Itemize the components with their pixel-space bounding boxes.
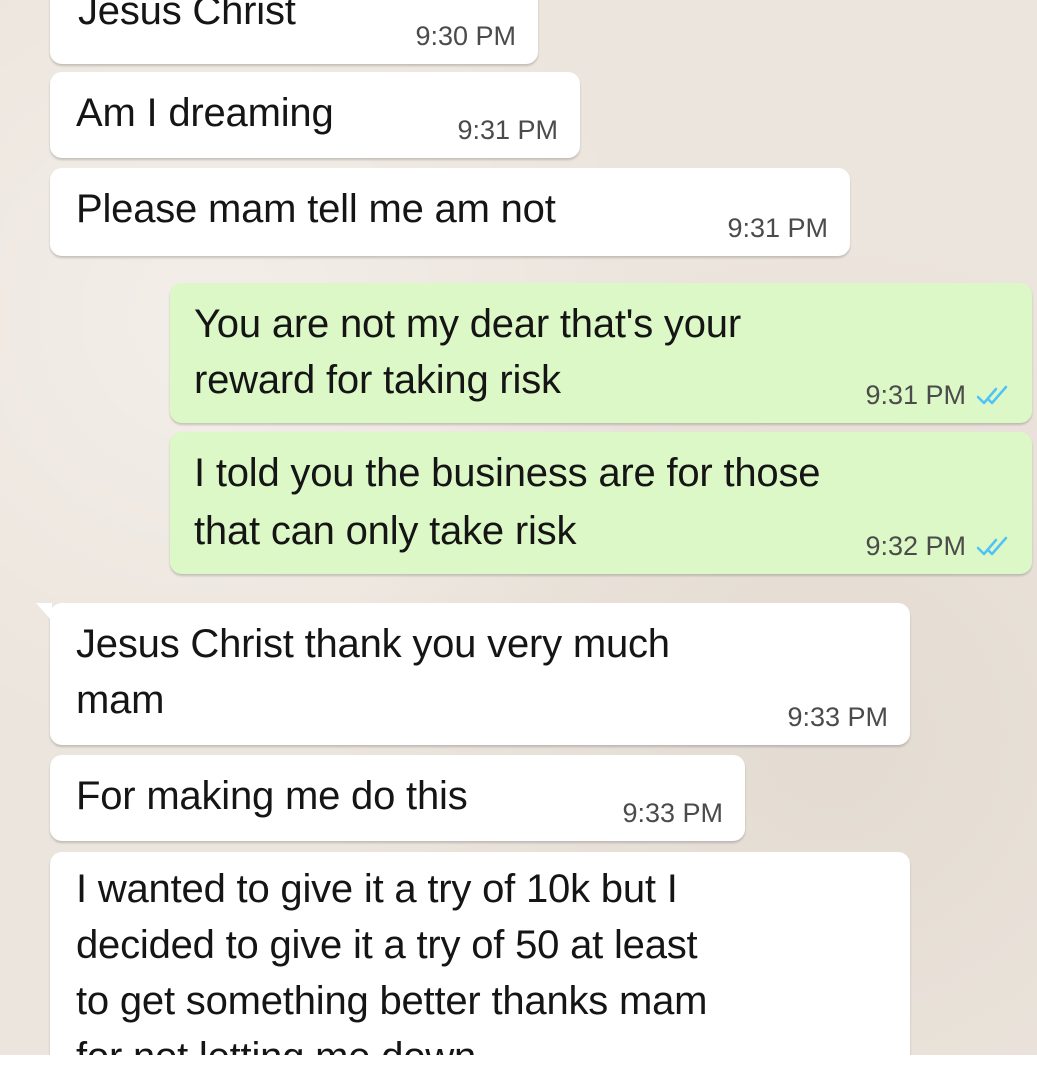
chat-background: Jesus Christ 9:30 PM Am I dreaming 9:31 … [0,0,1037,1055]
message-text: reward for taking risk [194,358,561,402]
message-text: Am I dreaming [76,91,334,135]
message-meta: 9:33 PM [622,798,723,829]
message-text: Jesus Christ thank you very much [76,622,670,666]
message-bubble-incoming[interactable]: I wanted to give it a try of 10k but I d… [50,852,910,1055]
message-meta: 9:33 PM [787,702,888,733]
message-text: You are not my dear that's your [194,302,741,346]
message-text: Jesus Christ [78,0,296,33]
message-text: to get something better thanks mam [76,979,708,1023]
message-text: for not letting me down [76,1030,476,1055]
message-bubble-incoming[interactable]: Am I dreaming 9:31 PM [50,72,580,158]
message-bubble-incoming[interactable]: Jesus Christ thank you very much mam 9:3… [36,603,910,745]
message-bubble-outgoing[interactable]: You are not my dear that's your reward f… [170,283,1032,423]
bubble-tail [36,603,52,621]
message-text: I wanted to give it a try of 10k but I [76,867,678,911]
message-time: 9:31 PM [865,380,966,410]
message-time: 9:30 PM [415,21,516,51]
message-bubble-incoming[interactable]: Jesus Christ 9:30 PM [50,0,538,64]
message-text: that can only take risk [194,509,577,553]
double-check-icon [976,385,1008,404]
message-bubble-incoming[interactable]: For making me do this 9:33 PM [50,755,745,841]
message-time: 9:31 PM [727,213,828,243]
message-text: I told you the business are for those [194,451,821,495]
message-meta: 9:31 PM [865,380,1010,411]
message-time: 9:33 PM [787,702,888,732]
message-text: Please mam tell me am not [76,187,556,231]
message-meta: 9:32 PM [865,531,1010,562]
message-time: 9:31 PM [457,115,558,145]
message-bubble-outgoing[interactable]: I told you the business are for those th… [170,432,1032,574]
message-meta: 9:31 PM [727,213,828,244]
message-meta: 9:31 PM [457,115,558,146]
double-check-icon [976,536,1008,555]
message-meta: 9:30 PM [415,21,516,52]
message-text: mam [76,678,165,722]
message-time: 9:32 PM [865,531,966,561]
message-bubble-incoming[interactable]: Please mam tell me am not 9:31 PM [50,168,850,256]
message-time: 9:33 PM [622,798,723,828]
bottom-edge [0,1055,1037,1070]
message-text: For making me do this [76,774,468,818]
message-text: decided to give it a try of 50 at least [76,923,698,967]
